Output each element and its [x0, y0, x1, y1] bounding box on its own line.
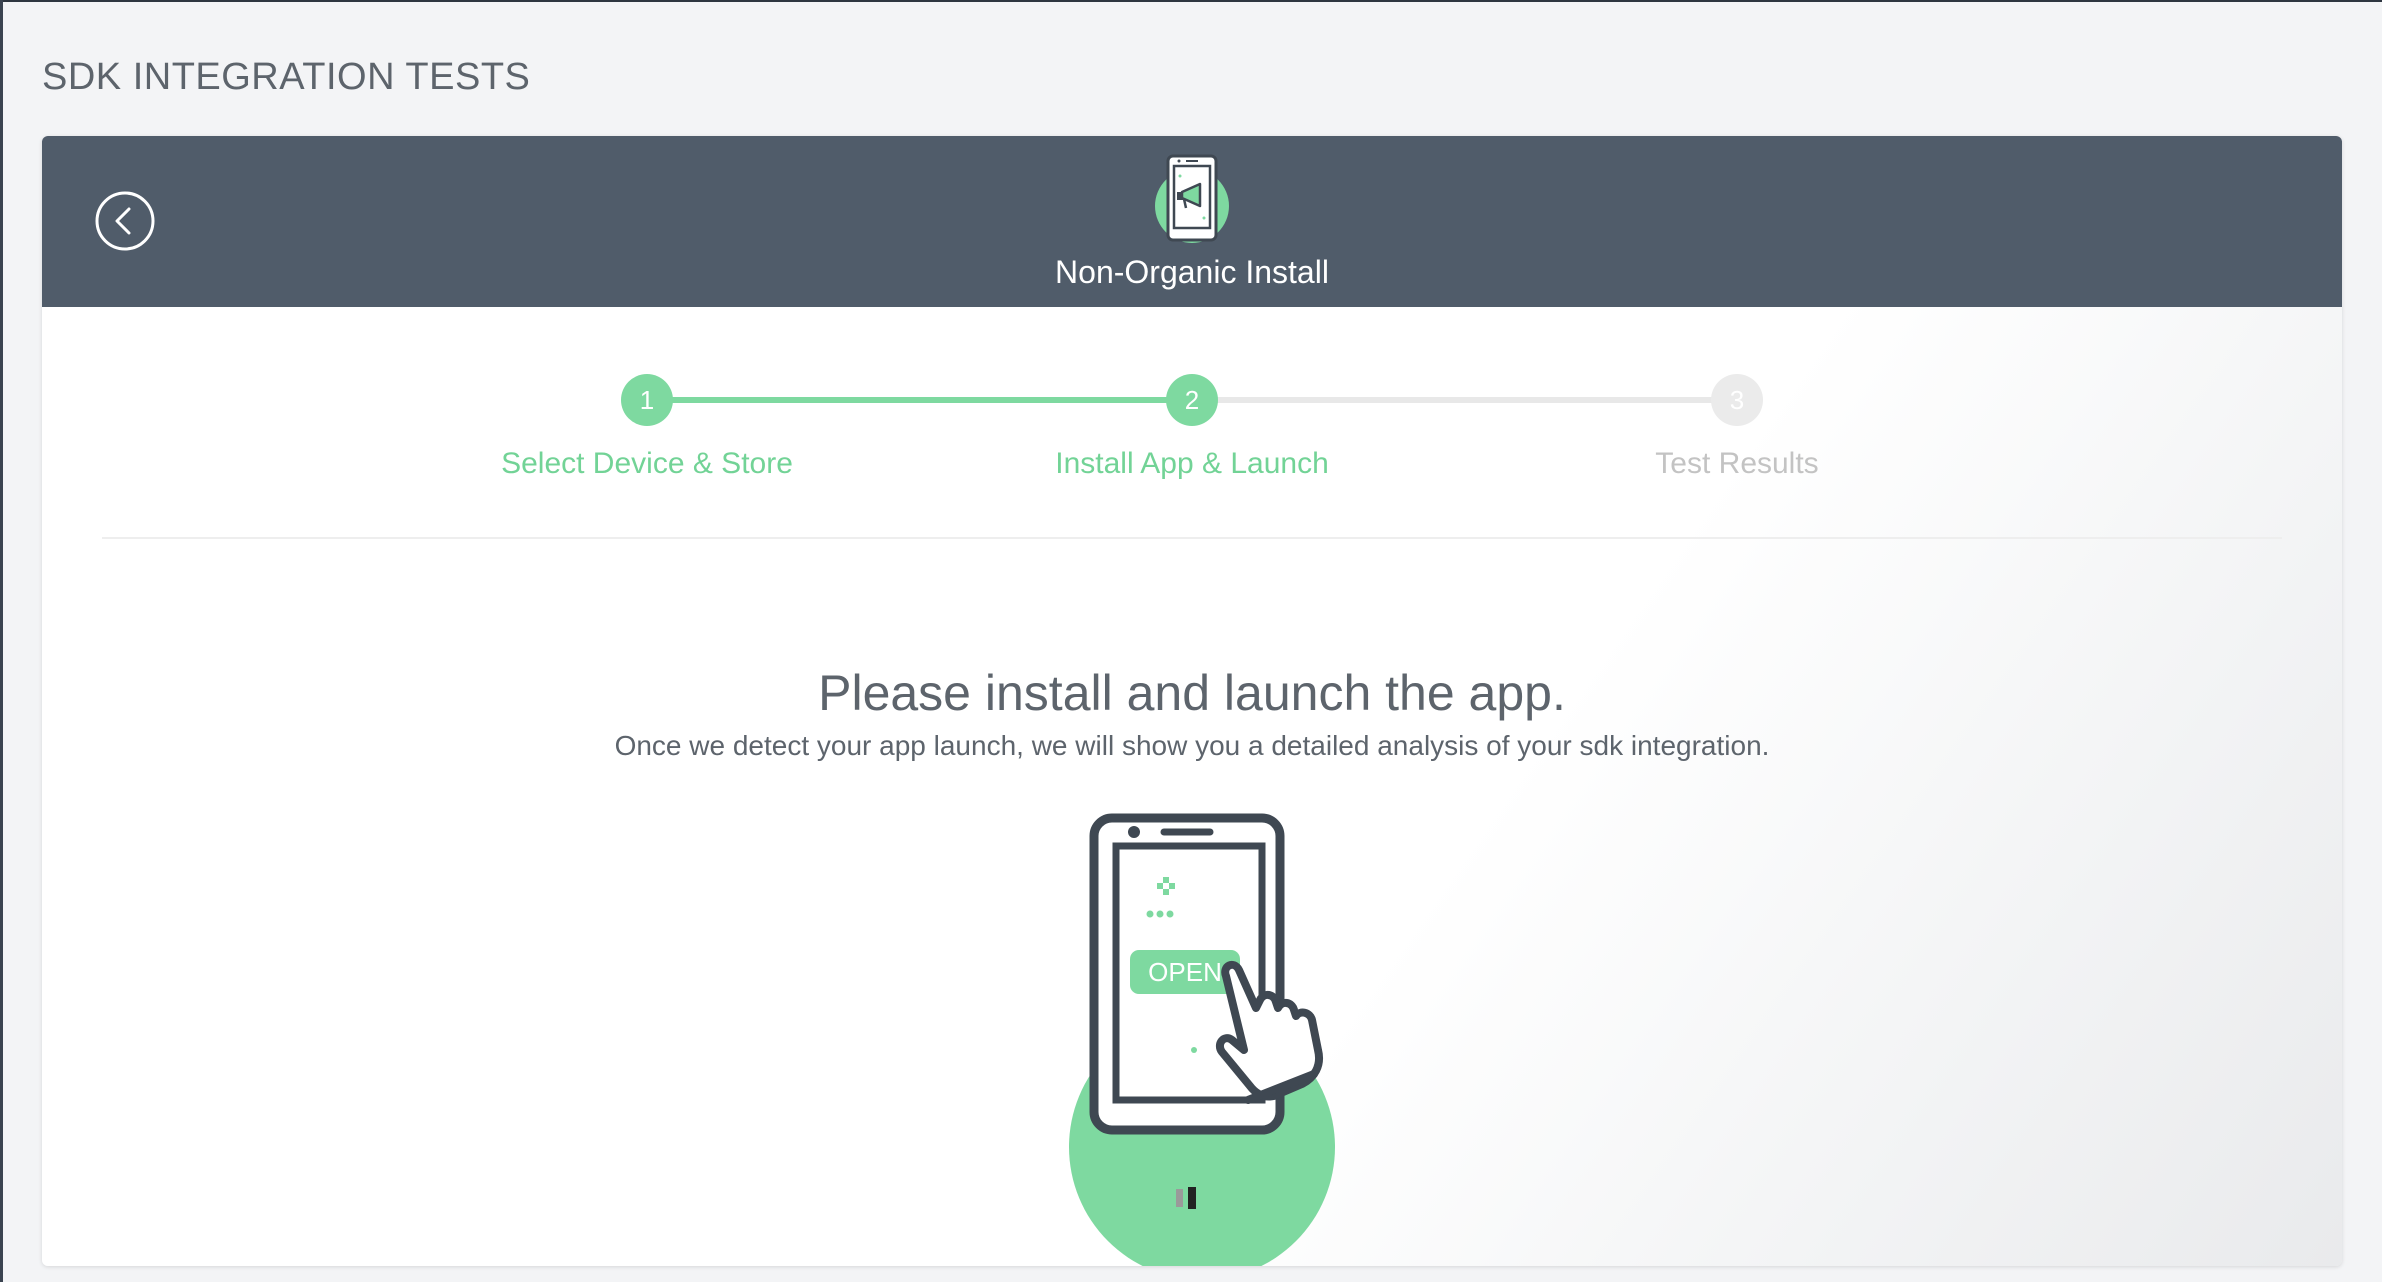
window-top-border: [0, 0, 2382, 2]
loading-spinner-icon: [1176, 1187, 1196, 1209]
step-connector-pending: [1192, 397, 1737, 403]
step-1-circle[interactable]: 1: [621, 374, 673, 426]
step-connector-complete: [647, 397, 1192, 403]
window-left-border: [0, 0, 3, 1282]
phone-megaphone-icon: [1155, 154, 1229, 243]
open-button-text: OPEN: [1148, 957, 1222, 987]
section-divider: [102, 537, 2282, 539]
phone-tap-open-icon: OPEN: [1069, 813, 1335, 1266]
chevron-left-circle-icon: [95, 191, 155, 251]
header-title: Non-Organic Install: [1055, 254, 1329, 290]
card-header: Non-Organic Install: [42, 136, 2342, 307]
install-subheading: Once we detect your app launch, we will …: [614, 730, 1770, 761]
page-title: SDK INTEGRATION TESTS: [42, 56, 531, 98]
step-1-label[interactable]: Select Device & Store: [447, 447, 847, 481]
test-card: Non-Organic Install 1 2 3 Select Device …: [42, 136, 2342, 1266]
step-3-label: Test Results: [1655, 447, 1819, 480]
step-3-circle: 3: [1711, 374, 1763, 426]
step-2-label[interactable]: Install App & Launch: [992, 447, 1392, 481]
step-2-circle[interactable]: 2: [1166, 374, 1218, 426]
install-heading: Please install and launch the app.: [818, 665, 1566, 721]
progress-stepper: 1 2 3 Select Device & Store Install App …: [42, 367, 2342, 487]
back-button[interactable]: [95, 191, 155, 251]
